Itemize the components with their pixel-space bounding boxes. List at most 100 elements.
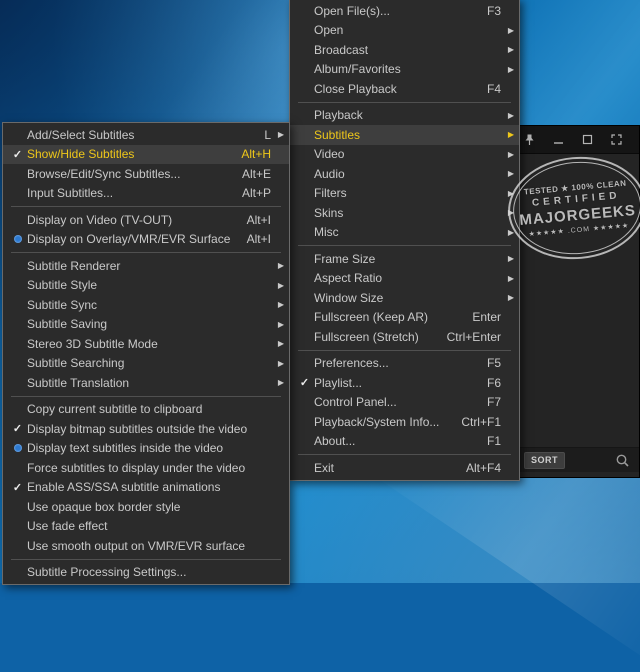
menu-item-use-opaque-box-border-style[interactable]: Use opaque box border style: [3, 497, 289, 517]
submenu-arrow-icon: ▶: [277, 339, 284, 349]
menu-separator: [11, 206, 281, 207]
submenu-arrow-icon: ▶: [277, 378, 284, 388]
menu-item-browse-edit-sync-subtitles[interactable]: Browse/Edit/Sync Subtitles... Alt+E: [3, 164, 289, 184]
menu-item-input-subtitles[interactable]: Input Subtitles... Alt+P: [3, 184, 289, 204]
menu-shortcut: Ctrl+F1: [461, 414, 501, 429]
menu-item-label: Preferences...: [314, 356, 389, 371]
menu-item-label: Skins: [314, 205, 344, 220]
menu-item-label: Display bitmap subtitles outside the vid…: [27, 421, 248, 436]
menu-item-subtitle-saving[interactable]: Subtitle Saving ▶: [3, 315, 289, 335]
menu-item-frame-size[interactable]: Frame Size ▶: [290, 249, 519, 269]
menu-item-subtitle-processing-settings[interactable]: Subtitle Processing Settings...: [3, 563, 289, 583]
submenu-arrow-icon: ▶: [507, 64, 514, 74]
menu-item-label: Video: [314, 147, 345, 162]
menu-item-show-hide-subtitles[interactable]: ✓ Show/Hide Subtitles Alt+H: [3, 144, 289, 164]
menu-item-playlist[interactable]: ✓ Playlist... F6: [290, 373, 519, 393]
menu-item-label: Stereo 3D Subtitle Mode: [27, 336, 158, 351]
menu-item-subtitle-translation[interactable]: Subtitle Translation ▶: [3, 373, 289, 393]
menu-item-label: Broadcast: [314, 42, 369, 57]
menu-item-label: Album/Favorites: [314, 62, 401, 77]
menu-item-preferences[interactable]: Preferences... F5: [290, 354, 519, 374]
submenu-arrow-icon: ▶: [277, 358, 284, 368]
menu-separator: [298, 101, 511, 103]
menu-item-exit[interactable]: Exit Alt+F4: [290, 458, 519, 478]
menu-item-use-smooth-output-on-vmr-evr-surface[interactable]: Use smooth output on VMR/EVR surface: [3, 536, 289, 556]
menu-item-label: Aspect Ratio: [314, 271, 383, 286]
menu-item-display-on-overlay-vmr-evr-surface[interactable]: Display on Overlay/VMR/EVR Surface Alt+I: [3, 230, 289, 250]
menu-item-label: Fullscreen (Stretch): [314, 329, 419, 344]
menu-item-label: Show/Hide Subtitles: [27, 147, 135, 162]
menu-item-label: Use opaque box border style: [27, 499, 181, 514]
menu-item-label: Subtitle Saving: [27, 317, 108, 332]
menu-item-fullscreen-keep-ar[interactable]: Fullscreen (Keep AR) Enter: [290, 308, 519, 328]
menu-item-label: Misc: [314, 225, 339, 240]
menu-item-control-panel[interactable]: Control Panel... F7: [290, 393, 519, 413]
menu-item-open-file-s[interactable]: Open File(s)... F3: [290, 1, 519, 21]
menu-item-force-subtitles-to-display-under-the-video[interactable]: Force subtitles to display under the vid…: [3, 458, 289, 478]
menu-item-copy-current-subtitle-to-clipboard[interactable]: Copy current subtitle to clipboard: [3, 400, 289, 420]
menu-item-subtitle-renderer[interactable]: Subtitle Renderer ▶: [3, 256, 289, 276]
submenu-arrow-icon: ▶: [277, 319, 284, 329]
menu-item-subtitle-style[interactable]: Subtitle Style ▶: [3, 276, 289, 296]
menu-item-label: Subtitle Translation: [27, 375, 130, 390]
menu-item-audio[interactable]: Audio ▶: [290, 164, 519, 184]
majorgeeks-stamp: TESTED ★ 100% CLEAN CERTIFIED MAJORGEEKS…: [503, 151, 640, 265]
menu-item-close-playback[interactable]: Close Playback F4: [290, 79, 519, 99]
subtitles-submenu: Add/Select Subtitles L ▶ ✓ Show/Hide Subtitl…: [2, 122, 290, 585]
menu-item-subtitle-searching[interactable]: Subtitle Searching ▶: [3, 354, 289, 374]
menu-item-window-size[interactable]: Window Size ▶: [290, 288, 519, 308]
menu-item-enable-ass-ssa-subtitle-animations[interactable]: ✓ Enable ASS/SSA subtitle animations: [3, 478, 289, 498]
menu-item-label: About...: [314, 434, 356, 449]
menu-item-display-text-subtitles-inside-the-video[interactable]: Display text subtitles inside the video: [3, 439, 289, 459]
submenu-arrow-icon: ▶: [277, 280, 284, 290]
fullscreen-icon[interactable]: [610, 133, 623, 146]
menu-shortcut: F7: [486, 395, 501, 410]
checkmark-icon: ✓: [12, 423, 23, 436]
menu-item-stereo-3d-subtitle-mode[interactable]: Stereo 3D Subtitle Mode ▶: [3, 334, 289, 354]
menu-item-label: Window Size: [314, 290, 384, 305]
sort-button[interactable]: SORT: [524, 452, 566, 469]
menu-item-album-favorites[interactable]: Album/Favorites ▶: [290, 60, 519, 80]
menu-item-playback-system-info[interactable]: Playback/System Info... Ctrl+F1: [290, 412, 519, 432]
menu-item-label: Subtitle Style: [27, 278, 98, 293]
submenu-arrow-icon: ▶: [507, 130, 514, 140]
search-icon[interactable]: [615, 453, 630, 468]
radio-dot-icon: [13, 235, 22, 244]
menu-item-playback[interactable]: Playback ▶: [290, 106, 519, 126]
menu-item-label: Subtitle Sync: [27, 297, 98, 312]
menu-item-subtitles[interactable]: Subtitles ▶: [290, 125, 519, 145]
menu-item-open[interactable]: Open ▶: [290, 21, 519, 41]
menu-item-broadcast[interactable]: Broadcast ▶: [290, 40, 519, 60]
menu-shortcut: F6: [486, 375, 501, 390]
menu-shortcut: Enter: [472, 310, 501, 325]
checkmark-icon: ✓: [299, 377, 310, 390]
menu-item-display-bitmap-subtitles-outside-the-video[interactable]: ✓ Display bitmap subtitles outside the vi…: [3, 419, 289, 439]
menu-item-add-select-subtitles[interactable]: Add/Select Subtitles L ▶: [3, 125, 289, 145]
menu-item-label: Playback: [314, 108, 363, 123]
menu-shortcut: F5: [486, 356, 501, 371]
restore-icon[interactable]: [581, 133, 594, 146]
minimize-icon[interactable]: [552, 133, 565, 146]
menu-item-label: Open: [314, 23, 344, 38]
menu-item-about[interactable]: About... F1: [290, 432, 519, 452]
menu-item-label: Subtitle Searching: [27, 356, 125, 371]
radio-gutter: [8, 444, 27, 453]
menu-item-skins[interactable]: Skins ▶: [290, 203, 519, 223]
menu-item-aspect-ratio[interactable]: Aspect Ratio ▶: [290, 269, 519, 289]
menu-shortcut: Alt+I: [246, 232, 271, 247]
menu-item-filters[interactable]: Filters ▶: [290, 184, 519, 204]
menu-separator: [11, 395, 281, 397]
menu-shortcut: Alt+E: [241, 166, 271, 181]
menu-item-video[interactable]: Video ▶: [290, 145, 519, 165]
menu-item-display-on-video-tv-out[interactable]: Display on Video (TV-OUT) Alt+I: [3, 210, 289, 230]
checkmark-icon: ✓: [12, 148, 23, 161]
menu-item-misc[interactable]: Misc ▶: [290, 223, 519, 243]
menu-item-fullscreen-stretch[interactable]: Fullscreen (Stretch) Ctrl+Enter: [290, 327, 519, 347]
pin-icon[interactable]: [523, 133, 536, 146]
menu-item-label: Control Panel...: [314, 395, 397, 410]
menu-shortcut: F4: [486, 81, 501, 96]
submenu-arrow-icon: ▶: [507, 25, 514, 35]
radio-dot-icon: [13, 444, 22, 453]
menu-item-subtitle-sync[interactable]: Subtitle Sync ▶: [3, 295, 289, 315]
menu-item-use-fade-effect[interactable]: Use fade effect: [3, 517, 289, 537]
